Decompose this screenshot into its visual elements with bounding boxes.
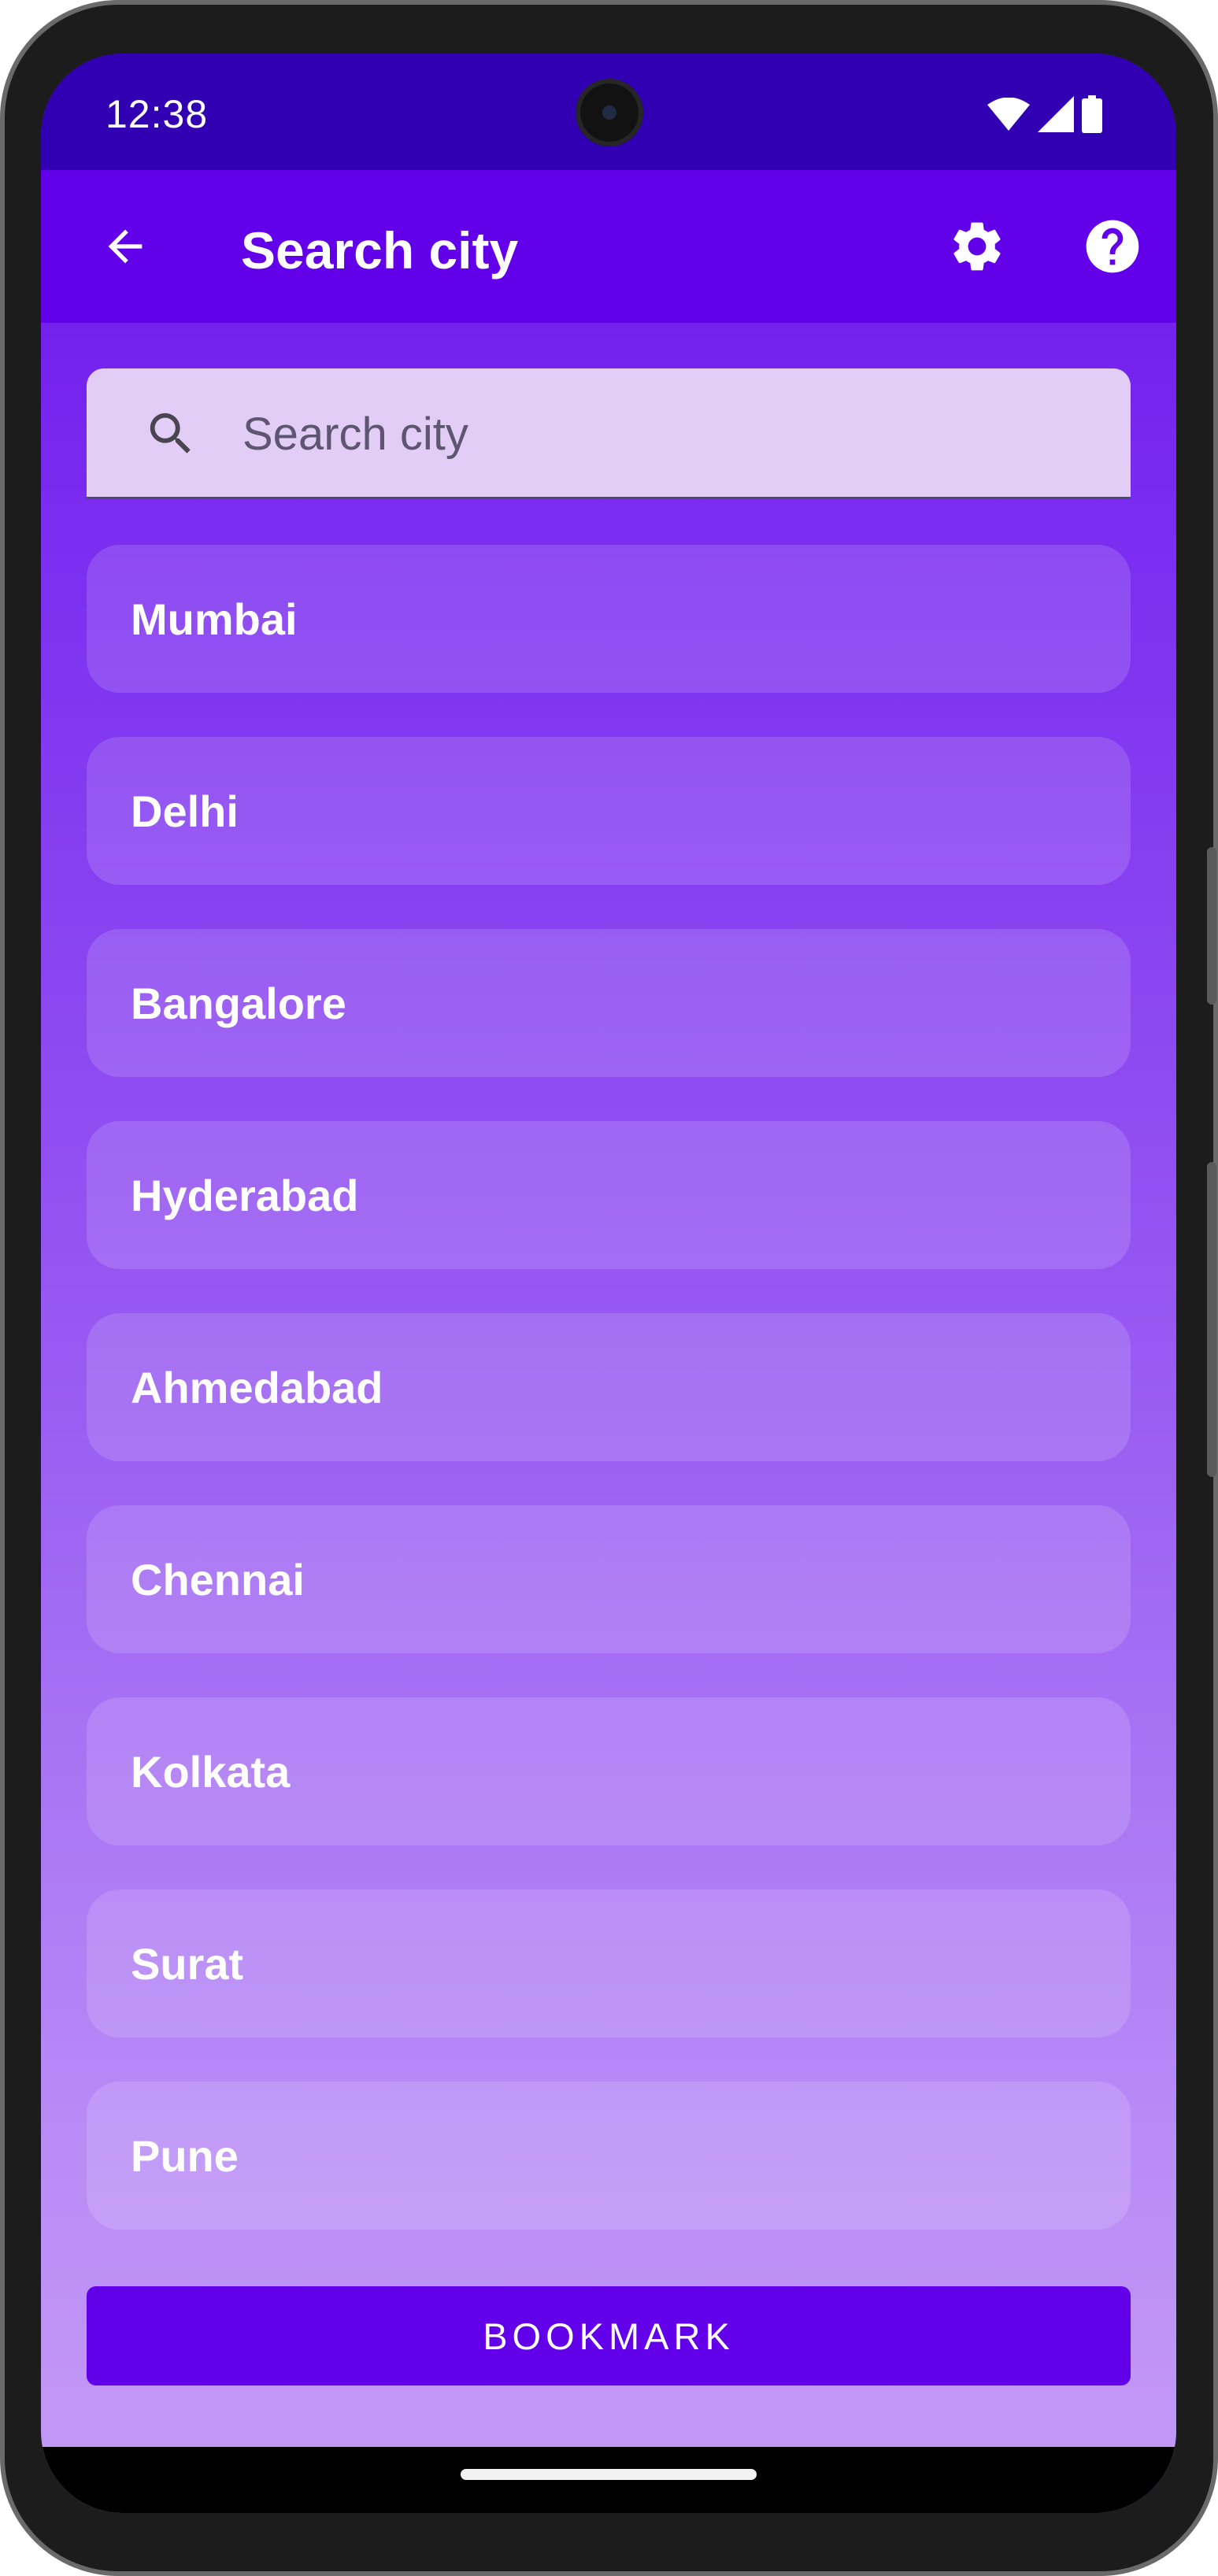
bookmark-button[interactable]: BOOKMARK	[87, 2286, 1131, 2385]
list-item[interactable]: Bangalore	[87, 929, 1131, 1077]
volume-button	[1207, 847, 1216, 1005]
list-item[interactable]: Surat	[87, 1889, 1131, 2037]
search-field[interactable]	[87, 368, 1131, 499]
app-screen: 12:38 Search city Search city Mumbai Del…	[41, 54, 1176, 2513]
status-icons	[987, 94, 1102, 134]
cellular-signal-icon	[1038, 96, 1074, 132]
city-label: Kolkata	[131, 1746, 291, 1797]
list-item[interactable]: Kolkata	[87, 1697, 1131, 1845]
list-item[interactable]: Delhi	[87, 737, 1131, 885]
help-button[interactable]	[1075, 209, 1150, 283]
settings-button[interactable]	[940, 209, 1014, 283]
city-label: Mumbai	[131, 594, 298, 644]
page-title: Search city	[241, 221, 519, 279]
arrow-back-icon	[108, 229, 143, 264]
battery-icon	[1082, 95, 1102, 133]
list-item[interactable]: Chennai	[87, 1505, 1131, 1653]
wifi-icon	[987, 98, 1030, 131]
list-item[interactable]: Pune	[87, 2082, 1131, 2230]
list-item[interactable]: Hyderabad	[87, 1121, 1131, 1269]
home-indicator[interactable]	[461, 2469, 757, 2480]
gesture-nav-bar	[41, 2447, 1176, 2513]
gear-icon	[953, 222, 1001, 271]
back-button[interactable]	[88, 209, 162, 283]
city-label: Delhi	[131, 786, 239, 836]
search-icon	[150, 413, 191, 453]
list-item[interactable]: Ahmedabad	[87, 1313, 1131, 1461]
city-label: Chennai	[131, 1554, 305, 1604]
front-camera	[576, 79, 643, 146]
app-bar: Search city	[41, 170, 1176, 323]
status-bar: 12:38	[41, 54, 1176, 170]
phone-frame: 12:38 Search city Search city Mumbai Del…	[0, 0, 1218, 2576]
status-time: 12:38	[106, 92, 209, 136]
city-label: Surat	[131, 1938, 244, 1989]
bookmark-button-label: BOOKMARK	[483, 2315, 735, 2357]
power-button	[1207, 1162, 1216, 1477]
search-input[interactable]	[241, 392, 1094, 476]
help-icon	[1086, 220, 1139, 273]
city-label: Bangalore	[131, 978, 346, 1028]
city-label: Hyderabad	[131, 1170, 359, 1220]
list-item[interactable]: Mumbai	[87, 545, 1131, 693]
city-label: Ahmedabad	[131, 1362, 383, 1412]
city-label: Pune	[131, 2130, 239, 2181]
